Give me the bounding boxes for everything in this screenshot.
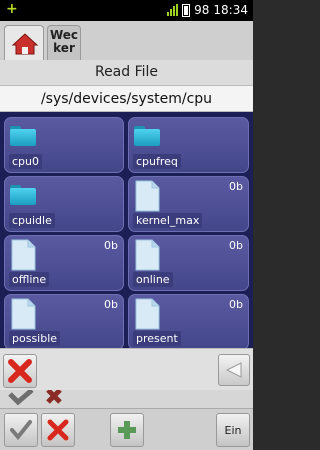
file-item-present[interactable]: 0b present — [128, 294, 249, 350]
current-path: /sys/devices/system/cpu — [0, 85, 253, 112]
clock: 18:34 — [213, 3, 248, 17]
file-name: possible — [9, 331, 61, 346]
status-indicators: 98 18:34 — [167, 3, 248, 17]
dialog-title: Read File — [0, 60, 253, 85]
delete-button[interactable] — [41, 413, 75, 447]
folder-icon — [134, 126, 160, 146]
confirm-button[interactable] — [4, 413, 38, 447]
tab-bar: Wecker — [0, 21, 253, 61]
file-icon — [11, 298, 36, 330]
bottom-toolbar: Ein — [0, 408, 253, 450]
folder-icon — [10, 185, 36, 205]
close-icon — [46, 390, 62, 404]
file-name: online — [133, 272, 173, 287]
close-icon — [8, 359, 32, 383]
battery-icon — [182, 3, 191, 17]
notification-plus-icon: + — [6, 1, 18, 17]
add-button[interactable] — [110, 413, 144, 447]
cancel-button[interactable] — [3, 354, 37, 388]
file-size: 0b — [104, 298, 118, 311]
file-item-possible[interactable]: 0b possible — [4, 294, 124, 350]
dialog-action-bar — [0, 348, 253, 390]
file-name: cpu0 — [9, 154, 43, 169]
close-icon — [47, 419, 69, 441]
file-item-kernel-max[interactable]: 0b kernel_max — [128, 176, 249, 232]
file-size: 0b — [104, 239, 118, 252]
file-item-cpu0[interactable]: cpu0 — [4, 117, 124, 173]
tab-home[interactable] — [4, 25, 44, 61]
signal-icon — [167, 4, 179, 16]
file-name: cpufreq — [133, 154, 181, 169]
check-icon — [10, 420, 32, 441]
file-icon — [135, 180, 160, 212]
file-name: offline — [9, 272, 50, 287]
folder-icon — [10, 126, 36, 146]
file-item-cpuidle[interactable]: cpuidle — [4, 176, 124, 232]
file-name: cpuidle — [9, 213, 55, 228]
file-icon — [11, 239, 36, 271]
home-icon — [11, 33, 39, 55]
file-size: 0b — [229, 298, 243, 311]
file-icon — [135, 298, 160, 330]
file-grid: cpu0 cpufreq cpuidle 0b kernel_max 0b of… — [0, 112, 253, 350]
file-name: kernel_max — [133, 213, 203, 228]
ein-button[interactable]: Ein — [216, 413, 250, 447]
file-size: 0b — [229, 180, 243, 193]
background-row — [0, 390, 253, 408]
file-icon — [135, 239, 160, 271]
status-bar: + 98 18:34 — [0, 0, 253, 21]
tab-wecker[interactable]: Wecker — [47, 25, 81, 61]
plus-icon — [118, 421, 136, 439]
arrow-left-icon — [225, 362, 242, 378]
file-item-online[interactable]: 0b online — [128, 235, 249, 291]
file-size: 0b — [229, 239, 243, 252]
read-file-dialog: Read File /sys/devices/system/cpu cpu0 c… — [0, 60, 253, 390]
check-icon — [8, 390, 34, 406]
file-item-offline[interactable]: 0b offline — [4, 235, 124, 291]
file-item-cpufreq[interactable]: cpufreq — [128, 117, 249, 173]
file-name: present — [133, 331, 181, 346]
battery-level: 98 — [194, 3, 210, 17]
back-button[interactable] — [218, 354, 250, 386]
